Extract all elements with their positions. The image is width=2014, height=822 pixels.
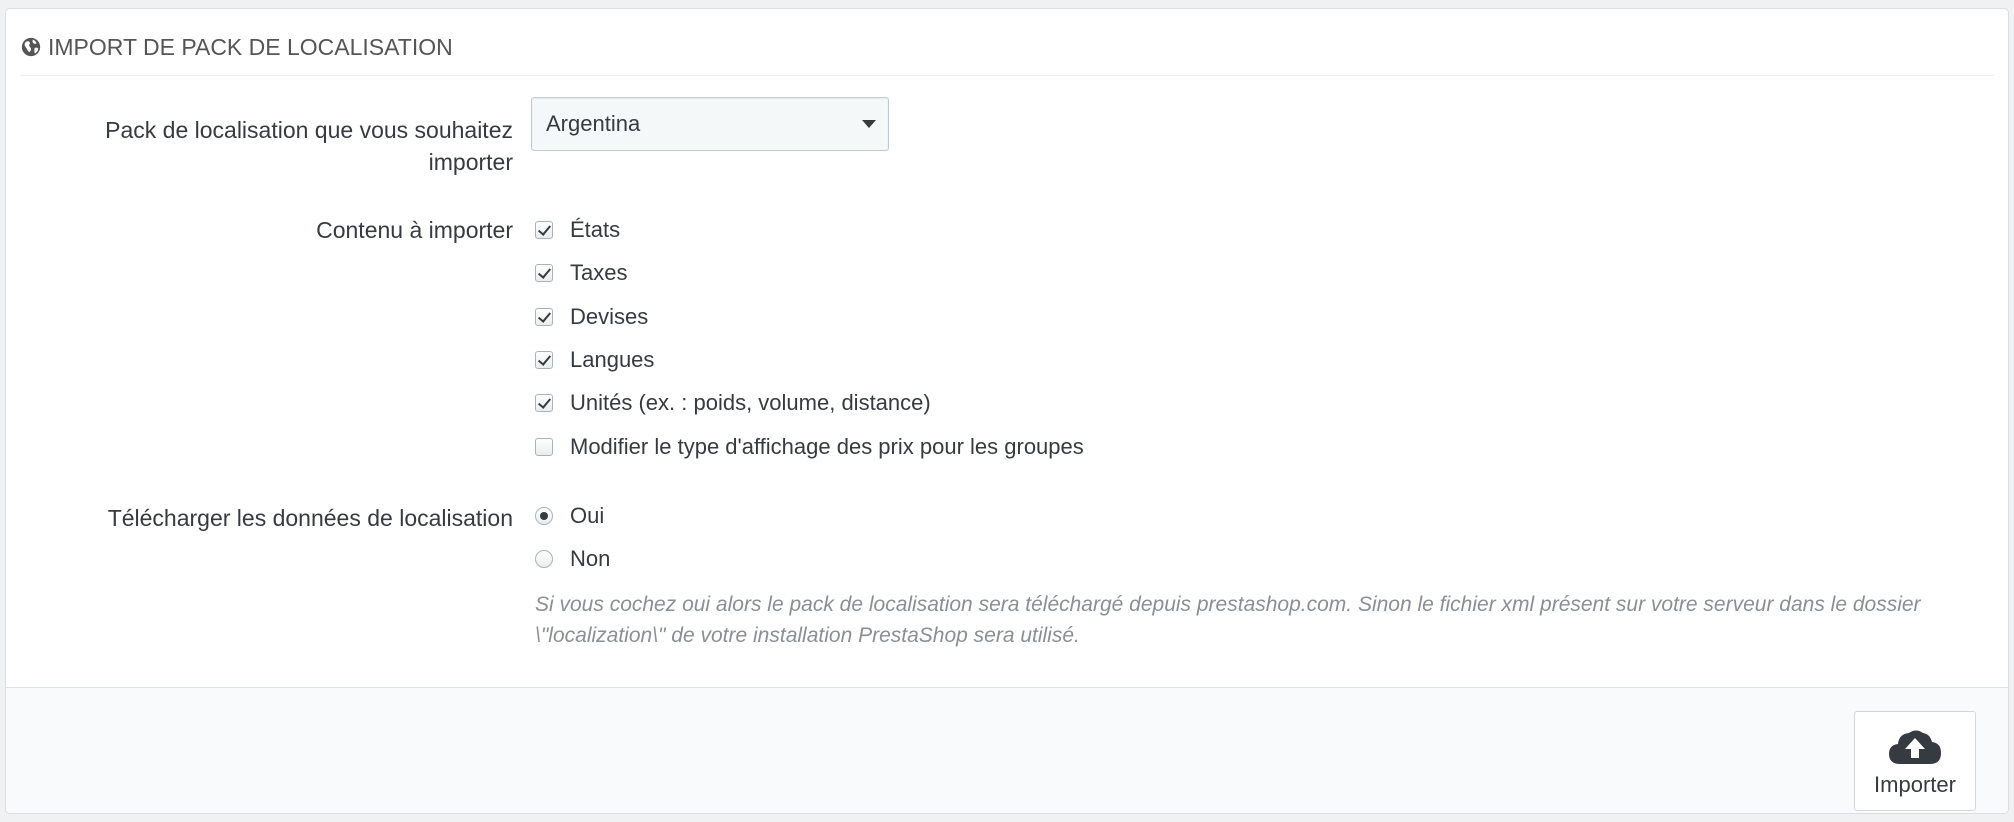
checkbox-label: Devises (570, 304, 649, 329)
import-button[interactable]: Importer (1854, 711, 1976, 811)
checkbox-label: Modifier le type d'affichage des prix po… (570, 434, 1084, 459)
download-label: Télécharger les données de localisation (107, 505, 513, 531)
radio-yes[interactable]: Oui (535, 501, 604, 531)
radio-label: Non (570, 546, 611, 571)
localization-import-panel: IMPORT DE PACK DE LOCALISATION Pack de l… (5, 8, 2009, 814)
help-text: Si vous cochez oui alors le pack de loca… (535, 593, 1921, 647)
content-label: Contenu à importer (316, 217, 513, 243)
panel-heading: IMPORT DE PACK DE LOCALISATION (20, 19, 1994, 76)
pack-select[interactable]: Argentina (531, 97, 889, 151)
checkbox[interactable] (535, 308, 553, 326)
checkbox[interactable] (535, 221, 553, 239)
checkbox-group-price-display[interactable]: Modifier le type d'affichage des prix po… (535, 432, 1084, 462)
panel-footer: Importer (6, 687, 2008, 813)
checkbox[interactable] (535, 351, 553, 369)
cloud-upload-icon (1889, 730, 1941, 764)
checkbox[interactable] (535, 394, 553, 412)
panel-title: IMPORT DE PACK DE LOCALISATION (48, 33, 453, 60)
chevron-down-icon (862, 120, 876, 128)
pack-label: Pack de localisation que vous souhaitez … (105, 117, 513, 175)
globe-icon (21, 37, 41, 57)
radio-button[interactable] (535, 550, 553, 568)
checkbox-units[interactable]: Unités (ex. : poids, volume, distance) (535, 388, 931, 418)
radio-label: Oui (570, 503, 605, 528)
checkbox-label: Unités (ex. : poids, volume, distance) (570, 390, 931, 415)
checkbox[interactable] (535, 438, 553, 456)
checkbox-label: Taxes (570, 260, 628, 285)
pack-select-value: Argentina (546, 111, 641, 136)
checkbox[interactable] (535, 264, 553, 282)
checkbox-label: États (570, 217, 621, 242)
checkbox-label: Langues (570, 347, 655, 372)
checkbox-languages[interactable]: Langues (535, 345, 654, 375)
radio-no[interactable]: Non (535, 544, 610, 574)
checkbox-taxes[interactable]: Taxes (535, 258, 627, 288)
radio-button[interactable] (535, 507, 553, 525)
checkbox-states[interactable]: États (535, 215, 620, 245)
checkbox-currencies[interactable]: Devises (535, 302, 648, 332)
import-button-label: Importer (1874, 772, 1956, 797)
